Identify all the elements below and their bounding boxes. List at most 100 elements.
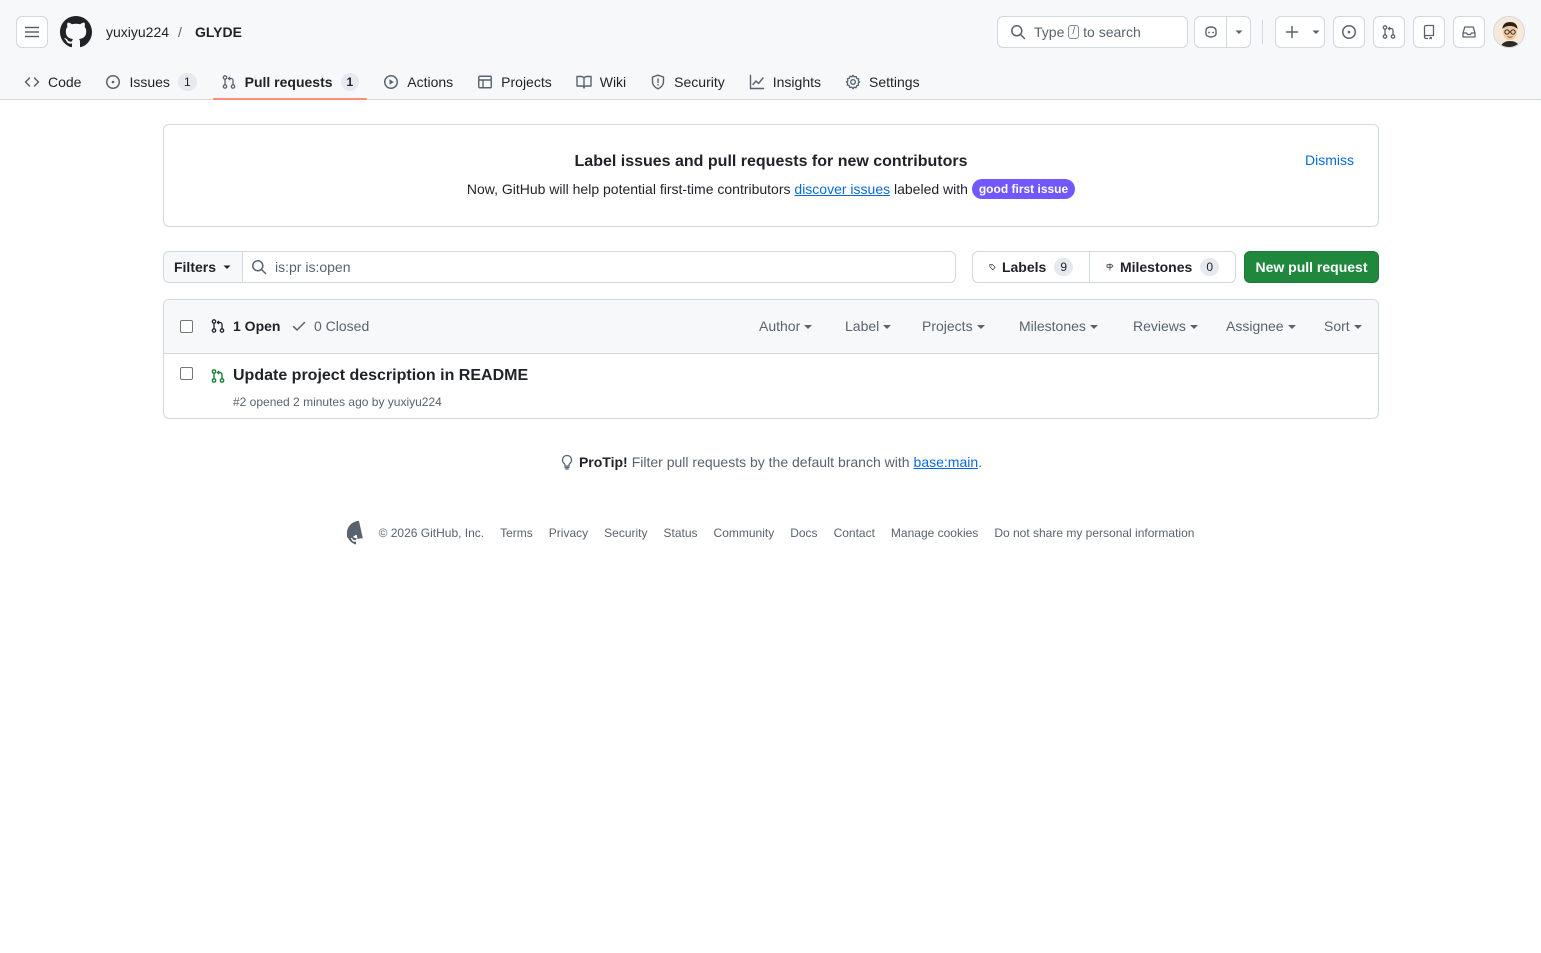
tab-actions[interactable]: Actions (375, 64, 461, 100)
tab-label: Security (674, 74, 725, 90)
tab-projects[interactable]: Projects (469, 64, 560, 100)
footer-link-status[interactable]: Status (664, 526, 698, 540)
caret-down-icon (1287, 325, 1296, 329)
tab-label: Code (48, 74, 82, 90)
milestone-icon (1106, 263, 1114, 271)
issue-opened-icon (106, 75, 121, 89)
projects-filter-label: Projects (922, 318, 973, 334)
protip-text: Filter pull requests by the default bran… (631, 454, 910, 470)
tab-label: Insights (772, 74, 821, 90)
inbox-button[interactable] (1453, 16, 1485, 48)
tab-code[interactable]: Code (16, 64, 89, 100)
footer-link-terms[interactable]: Terms (500, 526, 533, 540)
copilot-menu (1194, 16, 1251, 48)
caret-down-icon (883, 325, 892, 329)
pull-requests-button[interactable] (1373, 16, 1405, 48)
author-filter-label: Author (759, 318, 801, 334)
search-suffix: to search (1083, 24, 1141, 40)
footer-link-community[interactable]: Community (714, 526, 775, 540)
tab-wiki[interactable]: Wiki (568, 64, 634, 100)
assignee-filter[interactable]: Assignee (1226, 318, 1296, 334)
assignee-filter-label: Assignee (1226, 318, 1284, 334)
author-filter[interactable]: Author (759, 318, 813, 334)
repositories-button[interactable] (1413, 16, 1445, 48)
footer-link-contact[interactable]: Contact (834, 526, 875, 540)
breadcrumb-repo[interactable]: GLYDE (195, 22, 242, 42)
pull-request-list-header: 1 Open 0 Closed Author Label Projects Mi… (164, 300, 1378, 354)
filters-label: Filters (173, 259, 216, 275)
inbox-icon (1462, 26, 1476, 38)
search-shortcut-key: / (1068, 25, 1080, 39)
tab-settings[interactable]: Settings (837, 64, 928, 100)
good-first-issue-label[interactable]: good first issue (971, 179, 1076, 199)
tab-label: Settings (869, 74, 920, 90)
footer-copyright: © 2026 GitHub, Inc. (378, 526, 485, 540)
closed-filter-link[interactable]: 0 Closed (291, 318, 369, 334)
copilot-button[interactable] (1195, 17, 1227, 47)
footer-link-privacy[interactable]: Privacy (549, 526, 588, 540)
sort-filter[interactable]: Sort (1324, 318, 1362, 334)
select-all-checkbox[interactable] (180, 320, 193, 333)
projects-filter[interactable]: Projects (922, 318, 985, 334)
github-mark-icon (60, 16, 92, 48)
copilot-dropdown-button[interactable] (1227, 17, 1250, 47)
light-bulb-icon (561, 454, 573, 470)
footer: © 2026 GitHub, Inc. Terms Privacy Securi… (0, 521, 1541, 545)
contributors-banner: Label issues and pull requests for new c… (163, 124, 1379, 227)
tab-label: Projects (501, 74, 552, 90)
tab-insights[interactable]: Insights (741, 64, 829, 100)
github-logo[interactable] (60, 16, 92, 48)
tab-issues[interactable]: Issues 1 (97, 64, 204, 100)
git-pull-request-icon (211, 319, 225, 333)
footer-link-do-not-share[interactable]: Do not share my personal information (994, 526, 1194, 540)
repo-tabs: Code Issues 1 Pull requests 1 Actions Pr… (16, 64, 936, 100)
reviews-filter[interactable]: Reviews (1133, 318, 1198, 334)
filters-button[interactable]: Filters (163, 251, 243, 283)
tab-security[interactable]: Security (642, 64, 733, 100)
book-icon (576, 75, 592, 89)
pull-requests-count-badge: 1 (340, 73, 360, 91)
tab-pull-requests[interactable]: Pull requests 1 (212, 64, 368, 100)
milestones-filter[interactable]: Milestones (1019, 318, 1098, 334)
footer-link-manage-cookies[interactable]: Manage cookies (891, 526, 978, 540)
caret-down-icon (1189, 325, 1198, 329)
new-pull-request-button[interactable]: New pull request (1244, 251, 1379, 283)
search-icon (1011, 25, 1026, 40)
triangle-down-icon (223, 265, 231, 269)
protip: ProTip! Filter pull requests by the defa… (0, 452, 1541, 472)
menu-button[interactable] (16, 16, 48, 48)
plus-area (1276, 17, 1308, 47)
milestones-label: Milestones (1119, 259, 1193, 275)
header-divider (1262, 20, 1263, 44)
discover-issues-link[interactable]: discover issues (794, 181, 890, 197)
pr-title-link[interactable]: Update project description in README (233, 366, 528, 386)
avatar[interactable] (1493, 16, 1525, 48)
milestones-button[interactable]: Milestones 0 (1089, 251, 1236, 283)
plus-icon (1285, 25, 1299, 39)
footer-link-docs[interactable]: Docs (790, 526, 817, 540)
check-icon (292, 321, 306, 331)
triangle-down-icon (1312, 30, 1320, 34)
labels-button[interactable]: Labels 9 (972, 251, 1090, 283)
caret-down-icon (976, 325, 985, 329)
pr-search-input[interactable]: is:pr is:open (242, 251, 956, 283)
tab-label: Actions (407, 74, 454, 90)
label-filter[interactable]: Label (845, 318, 892, 334)
dismiss-button[interactable]: Dismiss (1305, 152, 1354, 168)
row-checkbox[interactable] (180, 367, 193, 380)
issues-button[interactable] (1333, 16, 1365, 48)
pr-meta: #2 opened 2 minutes ago by yuxiyu224 (233, 395, 442, 409)
create-caret (1308, 17, 1324, 47)
base-main-link[interactable]: base:main (914, 452, 979, 472)
banner-title: Label issues and pull requests for new c… (574, 153, 968, 170)
gear-icon (845, 74, 861, 90)
github-mark-icon[interactable] (346, 521, 371, 545)
global-search-input[interactable]: Type / to search (997, 16, 1188, 48)
footer-link-security[interactable]: Security (604, 526, 647, 540)
sort-filter-label: Sort (1324, 318, 1350, 334)
open-filter-link[interactable]: 1 Open (210, 318, 280, 334)
issues-count-badge: 1 (177, 73, 197, 91)
breadcrumb-owner[interactable]: yuxiyu224 (106, 22, 169, 42)
create-new-button[interactable] (1275, 16, 1325, 48)
issue-opened-icon (1342, 25, 1356, 39)
